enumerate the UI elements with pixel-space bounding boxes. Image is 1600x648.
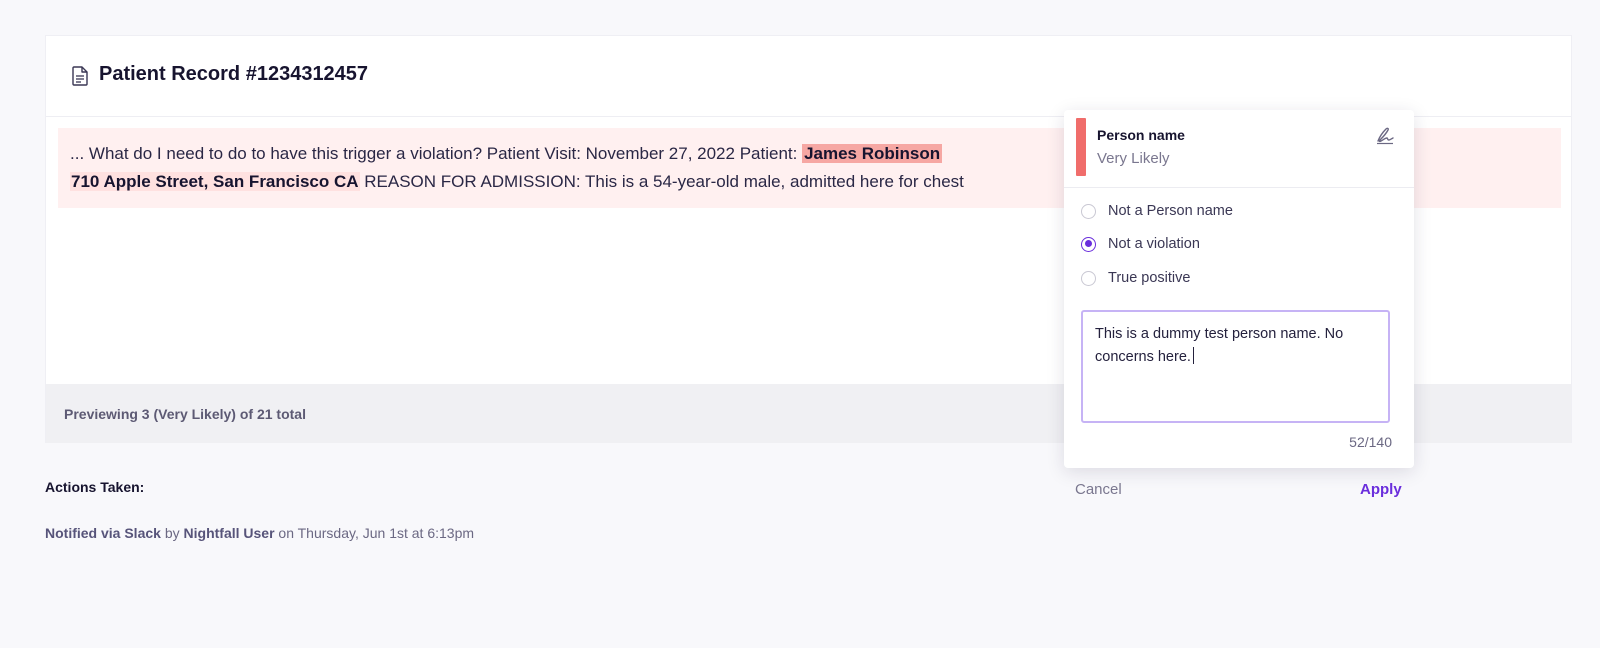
option-true-positive[interactable]: True positive <box>1081 270 1190 286</box>
annotation-popover: Person name Very Likely Not a Person nam… <box>1064 110 1414 468</box>
comment-textarea[interactable]: This is a dummy test person name. No con… <box>1081 310 1390 423</box>
preview-text-segment: REASON FOR ADMISSION: This is a 54-year-… <box>359 172 964 191</box>
preview-text-segment: ... What do I need to do to have this tr… <box>70 144 803 163</box>
card-header: Patient Record #1234312457 <box>46 36 1571 117</box>
signature-icon[interactable] <box>1374 124 1396 146</box>
character-counter: 52/140 <box>1349 434 1392 450</box>
finding-address[interactable]: 710 Apple Street, San Francisco CA <box>70 172 360 191</box>
page-title: Patient Record #1234312457 <box>99 63 369 85</box>
action-timestamp: on Thursday, Jun 1st at 6:13pm <box>274 525 475 541</box>
page: Patient Record #1234312457 ... What do I… <box>0 0 1600 648</box>
option-label: True positive <box>1108 270 1191 286</box>
popover-header: Person name Very Likely <box>1064 110 1414 188</box>
action-by: by <box>160 525 184 541</box>
likelihood-label: Very Likely <box>1097 150 1170 167</box>
text-cursor <box>1192 347 1195 364</box>
action-channel: Notified via Slack <box>45 525 161 541</box>
radio-not-person-name[interactable] <box>1081 203 1096 219</box>
detector-color-bar <box>1076 118 1086 176</box>
actions-title: Actions Taken: <box>45 479 145 495</box>
radio-not-a-violation[interactable] <box>1081 236 1096 252</box>
option-label: Not a violation <box>1108 236 1200 252</box>
preview-line-1: ... What do I need to do to have this tr… <box>70 140 1110 168</box>
preview-summary: Previewing 3 (Very Likely) of 21 total <box>64 406 306 422</box>
action-log-entry: Notified via Slack by Nightfall User on … <box>45 525 474 541</box>
comment-text: This is a dummy test person name. No con… <box>1095 326 1344 365</box>
document-icon <box>72 66 88 86</box>
cancel-button[interactable]: Cancel <box>1075 481 1122 498</box>
action-user: Nightfall User <box>183 525 275 541</box>
option-not-a-violation[interactable]: Not a violation <box>1081 236 1200 252</box>
finding-person-name[interactable]: James Robinson <box>802 144 943 163</box>
radio-true-positive[interactable] <box>1081 270 1096 286</box>
preview-line-2: 710 Apple Street, San Francisco CA REASO… <box>70 168 1110 196</box>
detector-name: Person name <box>1097 127 1185 143</box>
finding-preview: ... What do I need to do to have this tr… <box>70 140 1110 204</box>
option-not-person-name[interactable]: Not a Person name <box>1081 203 1233 219</box>
option-label: Not a Person name <box>1108 203 1233 219</box>
apply-button[interactable]: Apply <box>1360 481 1402 498</box>
